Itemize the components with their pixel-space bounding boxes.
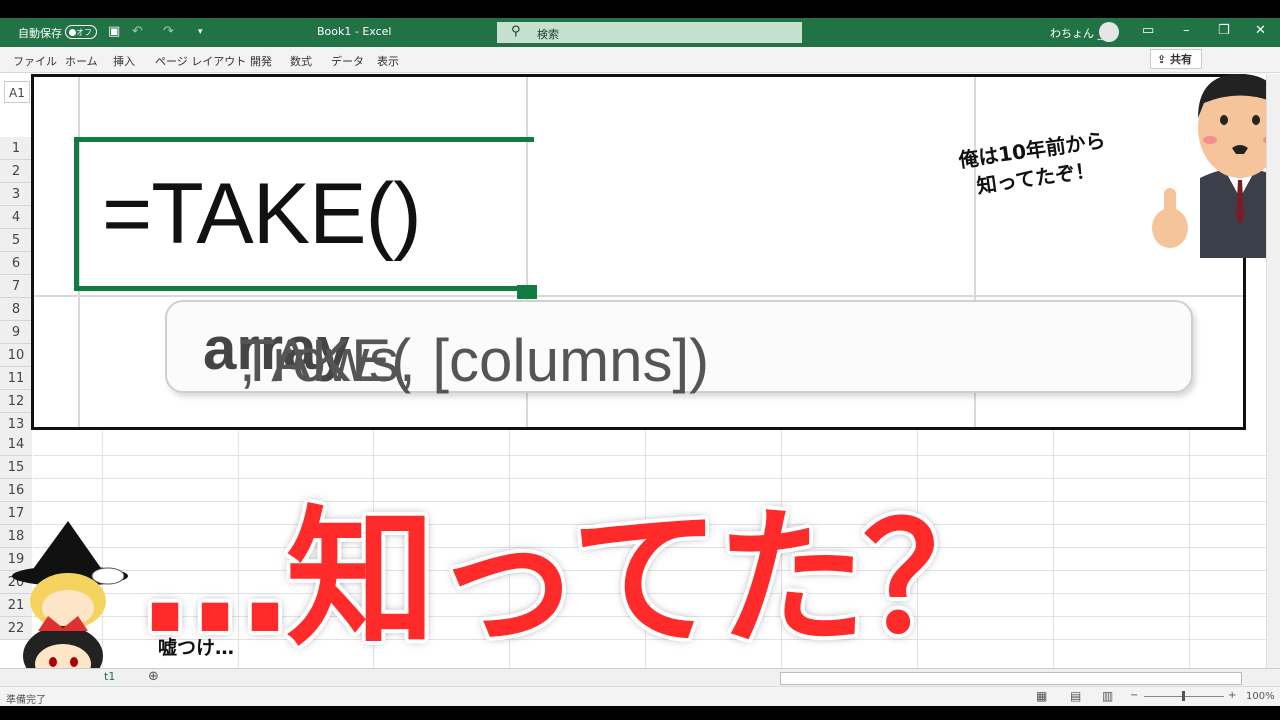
tab-page-layout[interactable]: ページ レイアウト (155, 53, 246, 69)
row-header[interactable]: 15 (0, 456, 32, 479)
minimize-icon[interactable]: – (1183, 23, 1190, 38)
tab-data[interactable]: データ (331, 53, 364, 69)
row-header[interactable]: 7 (0, 275, 32, 298)
row-header[interactable]: 11 (0, 367, 32, 390)
customize-qat-icon[interactable]: ▾ (198, 24, 203, 40)
tab-formulas[interactable]: 数式 (290, 53, 312, 69)
normal-view-icon[interactable]: ▦ (1036, 689, 1047, 703)
tab-view[interactable]: 表示 (377, 53, 399, 69)
user-avatar-icon[interactable] (1099, 22, 1119, 42)
fill-handle[interactable] (517, 285, 537, 299)
add-sheet-icon[interactable]: ⊕ (148, 669, 159, 684)
row-header[interactable]: 5 (0, 229, 32, 252)
autosave-label: 自動保存 (18, 27, 62, 40)
row-header[interactable]: 12 (0, 390, 32, 413)
row-header[interactable]: 3 (0, 183, 32, 206)
vertical-scrollbar[interactable] (1266, 74, 1280, 668)
save-icon[interactable]: ▣ (108, 24, 120, 40)
close-icon[interactable]: ✕ (1255, 23, 1266, 38)
search-input[interactable]: 検索 (537, 26, 559, 42)
businessman-illustration (1152, 74, 1280, 258)
restore-icon[interactable]: ❐ (1218, 23, 1230, 38)
headline-text: …知ってた？ (140, 493, 1013, 667)
sheet-tab-bar: t1 ⊕ (0, 668, 1280, 687)
user-name[interactable]: わちょん _ (1050, 25, 1103, 41)
tab-insert[interactable]: 挿入 (113, 53, 135, 69)
undo-icon[interactable]: ↶ (132, 24, 143, 40)
zoom-grid-line (34, 295, 1243, 297)
row-header[interactable]: 8 (0, 298, 32, 321)
row-header[interactable]: 6 (0, 252, 32, 275)
page-break-view-icon[interactable]: ▥ (1102, 689, 1113, 703)
row-header[interactable]: 4 (0, 206, 32, 229)
tab-developer[interactable]: 開発 (250, 53, 272, 69)
tab-file[interactable]: ファイル (13, 53, 57, 69)
row-header[interactable]: 10 (0, 344, 32, 367)
name-box[interactable]: A1 (4, 81, 30, 103)
function-tooltip: TAKE(array, rows, [columns]) (165, 300, 1193, 394)
row-header[interactable]: 16 (0, 479, 32, 502)
title-bar: 自動保存 オフ ▣ ↶ ↷ ▾ Book1 - Excel ⚲ 検索 わちょん … (0, 18, 1280, 47)
row-header[interactable]: 2 (0, 160, 32, 183)
status-bar: 準備完了 ▦ ▤ ▥ − + 100% (0, 686, 1280, 706)
ribbon-tabs: ファイル ホーム 挿入 ページ レイアウト 開発 数式 データ 表示 ⇪ 共有 (0, 47, 1280, 73)
tooltip-rest: , rows, [columns]) (239, 327, 710, 394)
document-title: Book1 - Excel (317, 25, 392, 38)
zoom-slider-thumb[interactable] (1182, 691, 1185, 701)
row-header[interactable]: 1 (0, 137, 32, 160)
zoom-level[interactable]: 100% (1246, 691, 1275, 702)
page-layout-view-icon[interactable]: ▤ (1070, 689, 1081, 703)
ribbon-display-icon[interactable]: ▭ (1142, 23, 1154, 38)
search-box[interactable]: ⚲ 検索 (497, 22, 802, 43)
row-header[interactable]: 14 (0, 433, 32, 456)
zoom-in-icon[interactable]: + (1228, 690, 1236, 701)
cell-formula[interactable]: =TAKE() (102, 165, 422, 264)
grid-line (33, 455, 1280, 456)
excel-window: 自動保存 オフ ▣ ↶ ↷ ▾ Book1 - Excel ⚲ 検索 わちょん … (0, 18, 1280, 706)
search-icon: ⚲ (511, 24, 521, 39)
autosave-toggle[interactable]: オフ (65, 25, 97, 39)
sheet-tab[interactable]: t1 (104, 670, 115, 683)
tab-home[interactable]: ホーム (65, 53, 98, 69)
status-text: 準備完了 (6, 695, 46, 706)
horizontal-scrollbar[interactable] (780, 672, 1242, 685)
redo-icon[interactable]: ↷ (163, 24, 174, 40)
zoomed-formula-panel: =TAKE() TAKE(array, rows, [columns]) (31, 74, 1246, 430)
row-header[interactable]: 9 (0, 321, 32, 344)
zoom-out-icon[interactable]: − (1130, 690, 1138, 701)
